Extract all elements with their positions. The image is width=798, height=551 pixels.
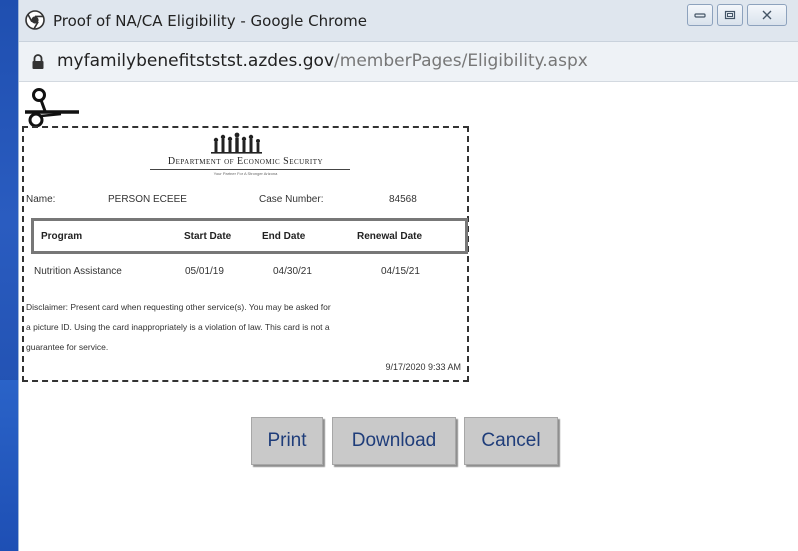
row-program: Nutrition Assistance (34, 266, 122, 277)
url-text[interactable]: myfamilybenefitststst.azdes.gov/memberPa… (57, 51, 588, 71)
name-value: PERSON ECEEE (108, 194, 187, 205)
agency-logo (211, 132, 262, 154)
case-number-label: Case Number: (259, 194, 324, 205)
maximize-icon (724, 10, 736, 20)
timestamp: 9/17/2020 9:33 AM (385, 362, 461, 372)
row-start-date: 05/01/19 (185, 266, 224, 277)
url-path: /memberPages/Eligibility.aspx (334, 51, 588, 71)
minimize-button[interactable] (687, 4, 713, 26)
disclaimer: Disclaimer: Present card when requesting… (26, 297, 466, 357)
eligibility-card: Department of Economic Security Your Par… (22, 126, 469, 382)
browser-window: Proof of NA/CA Eligibility - Google Chro… (18, 0, 798, 551)
minimize-icon (694, 13, 706, 18)
lock-icon (32, 54, 44, 69)
row-renewal-date: 04/15/21 (381, 266, 420, 277)
window-controls (687, 4, 787, 26)
maximize-button[interactable] (717, 4, 743, 26)
url-domain: myfamilybenefitststst.azdes.gov (57, 51, 335, 71)
address-bar[interactable]: myfamilybenefitststst.azdes.gov/memberPa… (19, 42, 798, 82)
page-content: Department of Economic Security Your Par… (19, 82, 798, 551)
program-table-header: Program Start Date End Date Renewal Date (31, 218, 468, 254)
chrome-icon (25, 10, 45, 30)
print-button[interactable]: Print (251, 417, 323, 465)
header-end-date: End Date (262, 231, 306, 242)
agency-name: Department of Economic Security (167, 156, 324, 167)
header-program: Program (41, 231, 83, 242)
disclaimer-line: guarantee for service. (26, 342, 109, 352)
download-button[interactable]: Download (332, 417, 456, 465)
window-title: Proof of NA/CA Eligibility - Google Chro… (53, 12, 368, 30)
disclaimer-line: Disclaimer: Present card when requesting… (26, 302, 331, 312)
close-icon (762, 10, 772, 20)
cancel-button[interactable]: Cancel (464, 417, 558, 465)
close-button[interactable] (747, 4, 787, 26)
desktop-background (0, 380, 18, 551)
row-end-date: 04/30/21 (273, 266, 312, 277)
agency-tagline: Your Partner For A Stronger Arizona (213, 171, 278, 176)
scissors-icon (25, 88, 79, 128)
disclaimer-line: a picture ID. Using the card inappropria… (26, 322, 330, 332)
name-label: Name: (26, 194, 56, 205)
case-number-value: 84568 (389, 194, 417, 205)
agency-divider (150, 169, 350, 170)
title-bar: Proof of NA/CA Eligibility - Google Chro… (19, 0, 798, 42)
header-renewal-date: Renewal Date (357, 231, 423, 242)
header-start-date: Start Date (184, 231, 232, 242)
